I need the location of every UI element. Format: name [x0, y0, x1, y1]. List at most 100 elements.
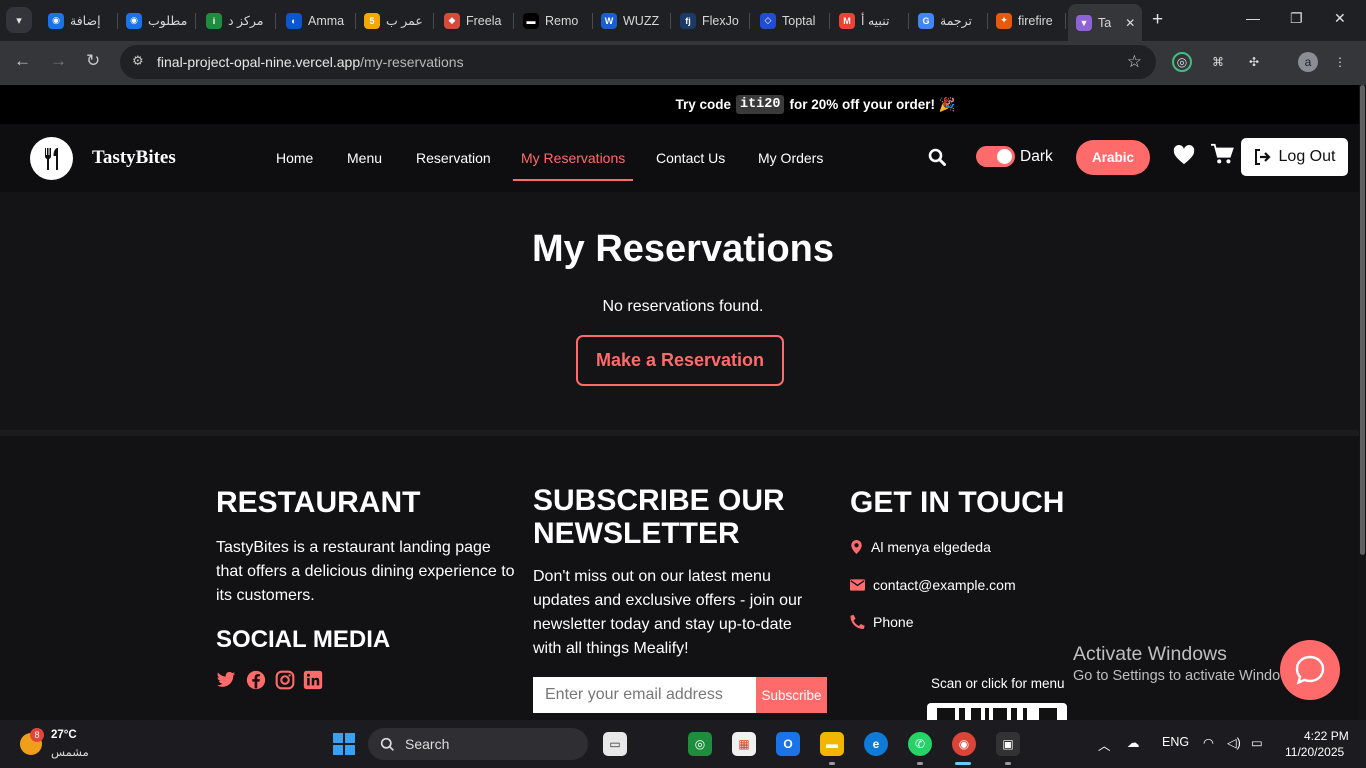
- address-bar[interactable]: ⚙ final-project-opal-nine.vercel.app/my-…: [120, 45, 1156, 79]
- clock-time[interactable]: 4:22 PM: [1304, 729, 1349, 743]
- nav-link-my-orders[interactable]: My Orders: [758, 150, 823, 166]
- nav-link-contact-us[interactable]: Contact Us: [656, 150, 725, 166]
- qr-code-image[interactable]: [927, 703, 1067, 720]
- browser-tab[interactable]: G ترجمة: [910, 6, 988, 35]
- browser-tab[interactable]: ◉ إضافة: [40, 6, 118, 35]
- bookmark-star-icon[interactable]: ☆: [1127, 52, 1142, 72]
- onedrive-cloud-icon[interactable]: ☁: [1127, 735, 1140, 750]
- nav-link-menu[interactable]: Menu: [347, 150, 382, 166]
- task-view-icon[interactable]: ▭: [603, 732, 627, 756]
- cart-icon[interactable]: [1210, 143, 1234, 165]
- browser-tab[interactable]: W WUZZ: [593, 6, 671, 35]
- maximize-button[interactable]: ❐: [1290, 10, 1303, 27]
- scrollbar-thumb[interactable]: [1360, 85, 1365, 555]
- browser-tab[interactable]: ◉ مطلوب: [118, 6, 196, 35]
- tab-favicon-icon: i: [206, 12, 222, 29]
- weather-temperature[interactable]: 27°C: [51, 729, 77, 741]
- main-content: My Reservations No reservations found. M…: [0, 192, 1366, 430]
- browser-tab[interactable]: M تنبيه أ: [831, 6, 909, 35]
- chrome-pinned-icon[interactable]: ◎: [688, 732, 712, 756]
- facebook-icon[interactable]: [246, 670, 266, 690]
- browser-tab[interactable]: ◇ Toptal: [752, 6, 830, 35]
- browser-menu-icon[interactable]: ⋮: [1330, 52, 1350, 72]
- edge-icon[interactable]: e: [864, 732, 888, 756]
- search-icon[interactable]: [928, 148, 946, 166]
- wifi-icon[interactable]: ◠: [1203, 735, 1214, 750]
- instagram-icon[interactable]: [275, 670, 295, 690]
- tab-title: FlexJo: [702, 13, 739, 28]
- tab-separator: [513, 13, 514, 29]
- make-reservation-button[interactable]: Make a Reservation: [576, 335, 784, 386]
- terminal-app-icon[interactable]: ▣: [996, 732, 1020, 756]
- chrome-active-icon[interactable]: ◉: [952, 732, 976, 756]
- contact-email-text: contact@example.com: [873, 577, 1016, 593]
- page-scrollbar[interactable]: [1359, 85, 1366, 720]
- volume-icon[interactable]: ◁): [1227, 735, 1241, 750]
- extensions-puzzle-icon[interactable]: ✣: [1244, 52, 1264, 72]
- browser-tab[interactable]: i مركز د: [198, 6, 276, 35]
- windows-start-icon[interactable]: [333, 733, 355, 755]
- tab-separator: [1065, 13, 1066, 29]
- clock-date[interactable]: 11/20/2025: [1285, 745, 1344, 759]
- minimize-button[interactable]: —: [1246, 10, 1260, 26]
- whatsapp-icon[interactable]: ✆: [908, 732, 932, 756]
- browser-tab[interactable]: ▬ Remo: [515, 6, 593, 35]
- browser-tab[interactable]: 5 عمر ب: [356, 6, 434, 35]
- contact-email[interactable]: contact@example.com: [850, 577, 1016, 593]
- tab-search-button[interactable]: ▾: [6, 7, 32, 33]
- site-info-icon[interactable]: ⚙: [132, 54, 146, 68]
- weather-condition[interactable]: مشمس: [51, 745, 89, 759]
- file-explorer-icon[interactable]: ▬: [820, 732, 844, 756]
- tab-favicon-icon: ◉: [126, 12, 142, 29]
- tab-favicon-icon: ◉: [48, 12, 64, 29]
- profile-avatar[interactable]: a: [1298, 52, 1318, 72]
- back-button[interactable]: ←: [14, 51, 31, 71]
- outlook-icon[interactable]: O: [776, 732, 800, 756]
- logout-label: Log Out: [1278, 148, 1336, 165]
- extension-circle-icon[interactable]: ◎: [1172, 52, 1192, 72]
- activate-windows-title: Activate Windows: [1073, 643, 1227, 665]
- language-button[interactable]: Arabic: [1076, 140, 1150, 175]
- browser-tab[interactable]: ◐ Amma: [278, 6, 356, 35]
- battery-icon[interactable]: ▭: [1251, 735, 1263, 750]
- tab-favicon-icon: G: [918, 12, 934, 29]
- nav-link-home[interactable]: Home: [276, 150, 313, 166]
- dark-mode-toggle[interactable]: [976, 146, 1015, 167]
- logout-button[interactable]: Log Out: [1241, 138, 1348, 176]
- newsletter-email-input[interactable]: [533, 677, 756, 713]
- tab-title: Amma: [308, 13, 345, 28]
- logo-fork-knife-icon[interactable]: [30, 137, 73, 180]
- close-window-button[interactable]: ✕: [1334, 10, 1346, 27]
- twitter-icon[interactable]: [216, 670, 236, 690]
- logout-icon: [1254, 149, 1271, 165]
- extension-translate-icon[interactable]: ⌘: [1208, 52, 1228, 72]
- tab-close-icon[interactable]: ✕: [1125, 16, 1135, 30]
- chat-bubble-button[interactable]: [1280, 640, 1340, 700]
- chat-icon: [1295, 655, 1325, 685]
- browser-tab[interactable]: ◆ Freela: [436, 6, 514, 35]
- tray-overflow-icon[interactable]: ︿: [1098, 735, 1111, 754]
- browser-tab[interactable]: ✦ firefire: [988, 6, 1066, 35]
- tab-title: Toptal: [782, 13, 816, 28]
- browser-tab[interactable]: fj FlexJo: [672, 6, 750, 35]
- tab-title: ترجمة: [940, 14, 973, 28]
- input-language-indicator[interactable]: ENG: [1162, 735, 1189, 749]
- linkedin-icon[interactable]: [303, 670, 323, 690]
- dark-mode-label: Dark: [1020, 148, 1053, 165]
- nav-link-reservation[interactable]: Reservation: [416, 150, 491, 166]
- forward-button[interactable]: →: [50, 51, 67, 71]
- store-icon[interactable]: ▦: [732, 732, 756, 756]
- tab-separator: [275, 13, 276, 29]
- taskbar-search[interactable]: Search: [368, 728, 588, 760]
- contact-phone[interactable]: Phone: [850, 614, 913, 630]
- reload-button[interactable]: ↻: [86, 51, 100, 71]
- browser-tab[interactable]: ▼ Ta ✕: [1068, 4, 1142, 41]
- tab-favicon-icon: ▬: [523, 12, 539, 29]
- tab-favicon-icon: M: [839, 12, 855, 29]
- subscribe-button[interactable]: Subscribe: [756, 677, 827, 713]
- new-tab-button[interactable]: +: [1152, 10, 1163, 30]
- tab-title: إضافة: [70, 14, 101, 28]
- heart-icon[interactable]: [1173, 144, 1195, 166]
- brand-name[interactable]: TastyBites: [92, 147, 176, 169]
- nav-link-my-reservations[interactable]: My Reservations: [521, 150, 625, 166]
